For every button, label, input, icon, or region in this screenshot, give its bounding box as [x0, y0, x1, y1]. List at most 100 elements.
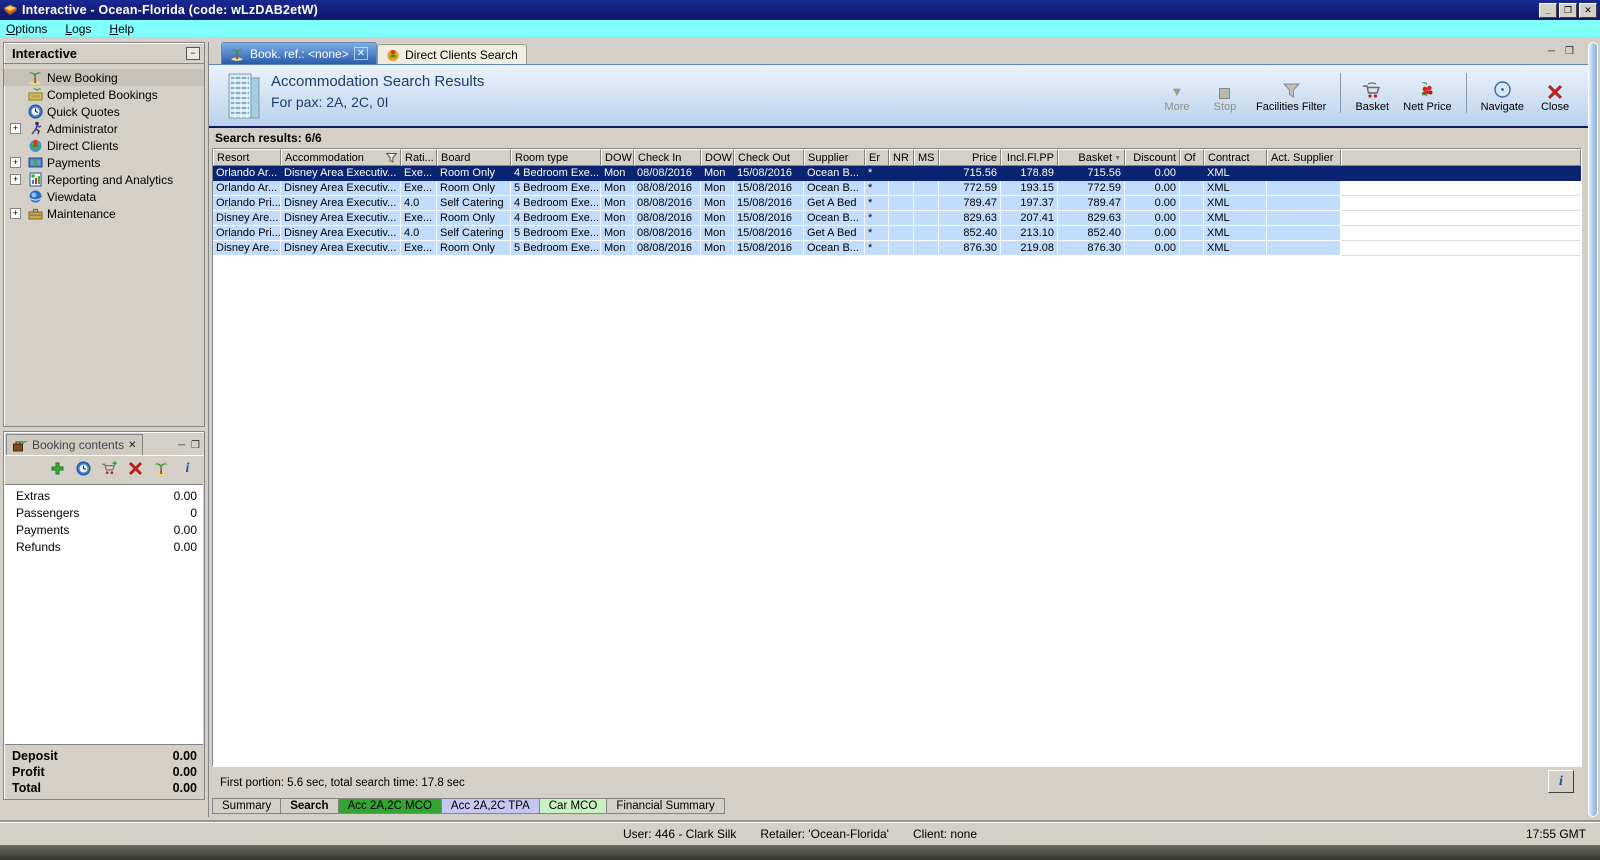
navigate-button[interactable]: Navigate — [1481, 79, 1524, 113]
vertical-scrollbar[interactable] — [1588, 42, 1598, 817]
close-panel-icon[interactable]: ✕ — [128, 440, 136, 451]
close-results-button[interactable]: Close — [1538, 79, 1572, 113]
panel-maximize-icon[interactable]: ❒ — [191, 440, 200, 451]
building-icon — [221, 72, 265, 120]
sidebar-item-new-booking[interactable]: New Booking — [4, 69, 204, 86]
collapse-panel-icon[interactable]: − — [186, 46, 200, 60]
col-er[interactable]: Er — [865, 149, 889, 166]
col-dow-in[interactable]: DOW — [601, 149, 634, 166]
tab-summary[interactable]: Summary — [212, 798, 282, 814]
sidebar-item-completed-bookings[interactable]: Completed Bookings — [4, 86, 204, 103]
sidebar-item-label: Completed Bookings — [47, 87, 158, 102]
close-tab-icon[interactable]: ✕ — [353, 47, 369, 60]
col-check-out[interactable]: Check Out — [734, 149, 804, 166]
col-of[interactable]: Of — [1180, 149, 1204, 166]
sidebar-item-maintenance[interactable]: + Maintenance — [4, 205, 204, 222]
bottom-tabbar: Summary Search Acc 2A,2C MCO Acc 2A,2C T… — [212, 798, 725, 814]
holiday-palm-icon[interactable] — [153, 460, 170, 477]
sidebar-item-viewdata[interactable]: Viewdata — [4, 188, 204, 205]
col-contract[interactable]: Contract — [1204, 149, 1267, 166]
table-row[interactable]: Orlando Pri... Disney Area Executiv... 4.0… — [213, 196, 1581, 211]
info-button[interactable]: i — [1548, 770, 1574, 793]
add-icon[interactable] — [49, 460, 66, 477]
delete-icon[interactable] — [127, 460, 144, 477]
taskbar-edge — [0, 845, 1600, 860]
restore-icon[interactable]: ❐ — [1559, 2, 1577, 18]
table-row[interactable]: Orlando Pri... Disney Area Executiv... 4.0… — [213, 226, 1581, 241]
runner-icon — [28, 121, 43, 136]
navigation-tree: New Booking Completed Bookings Quick Quo… — [4, 64, 204, 222]
panel-maximize-icon[interactable]: ❒ — [1565, 46, 1574, 57]
col-basket[interactable]: Basket ▼ — [1058, 149, 1125, 166]
col-board[interactable]: Board — [437, 149, 511, 166]
facilities-filter-button[interactable]: Facilities Filter — [1256, 79, 1326, 113]
tab-acc-mco[interactable]: Acc 2A,2C MCO — [338, 798, 442, 814]
col-check-in[interactable]: Check In — [634, 149, 701, 166]
tab-booking-ref[interactable]: Book. ref.: <none> ✕ — [221, 42, 378, 64]
tab-car-mco[interactable]: Car MCO — [539, 798, 608, 814]
menu-help[interactable]: Help — [109, 22, 134, 36]
tab-financial-summary[interactable]: Financial Summary — [607, 798, 725, 814]
col-accommodation[interactable]: Accommodation — [281, 149, 401, 166]
button-label: Stop — [1213, 101, 1237, 113]
col-ms[interactable]: MS — [914, 149, 939, 166]
sidebar-item-quick-quotes[interactable]: Quick Quotes — [4, 103, 204, 120]
col-price[interactable]: Price — [939, 149, 1001, 166]
table-row[interactable]: Disney Are... Disney Area Executiv... Exe.… — [213, 241, 1581, 256]
tab-direct-clients-search[interactable]: Direct Clients Search — [377, 44, 527, 64]
info-icon[interactable]: i — [179, 460, 196, 477]
minimize-icon[interactable]: _ — [1539, 2, 1557, 18]
status-time: 17:55 GMT — [1525, 827, 1586, 841]
quick-quote-icon[interactable] — [75, 460, 92, 477]
sidebar-item-label: Direct Clients — [47, 138, 119, 153]
sidebar-item-reporting-analytics[interactable]: + Reporting and Analytics — [4, 171, 204, 188]
list-item-extras[interactable]: Extras 0.00 — [5, 489, 203, 506]
button-label: Facilities Filter — [1255, 101, 1327, 113]
basket-button[interactable]: Basket — [1355, 79, 1389, 113]
tab-acc-tpa[interactable]: Acc 2A,2C TPA — [441, 798, 540, 814]
status-client: Client: none — [912, 827, 978, 841]
booking-contents-tab[interactable]: Booking contents ✕ — [6, 434, 144, 455]
table-row[interactable]: Orlando Ar... Disney Area Executiv... Exe.… — [213, 166, 1581, 181]
close-icon[interactable]: ✕ — [1579, 2, 1597, 18]
col-supplier[interactable]: Supplier — [804, 149, 865, 166]
report-icon — [28, 172, 43, 187]
table-row[interactable]: Disney Are... Disney Area Executiv... Exe.… — [213, 211, 1581, 226]
table-row[interactable]: Orlando Ar... Disney Area Executiv... Exe.… — [213, 181, 1581, 196]
document-tabbar: Book. ref.: <none> ✕ Direct Clients Sear… — [209, 42, 1588, 64]
money-palm-icon — [28, 87, 43, 102]
sidebar-item-administrator[interactable]: + Administrator — [4, 120, 204, 137]
total-profit: Profit 0.00 — [12, 765, 197, 781]
panel-minimize-icon[interactable]: ─ — [1548, 46, 1555, 57]
item-value: 0.00 — [173, 540, 197, 554]
expand-icon[interactable]: + — [10, 208, 21, 219]
panel-minimize-icon[interactable]: ─ — [178, 440, 185, 451]
expand-icon[interactable]: + — [10, 174, 21, 185]
expand-icon[interactable]: + — [10, 157, 21, 168]
col-discount[interactable]: Discount — [1125, 149, 1180, 166]
navigation-panel: Interactive − New Booking Completed Book… — [3, 42, 205, 427]
col-nr[interactable]: NR — [889, 149, 914, 166]
col-incl-fl-pp[interactable]: Incl.Fl.PP — [1001, 149, 1058, 166]
flower-icon — [1403, 79, 1451, 99]
transfer-basket-icon[interactable] — [101, 460, 118, 477]
nett-price-button[interactable]: Nett Price — [1403, 79, 1452, 113]
menu-options[interactable]: Options — [6, 22, 47, 36]
status-bar: User: 446 - Clark Silk Retailer: 'Ocean-… — [0, 822, 1600, 845]
stop-button: Stop — [1208, 79, 1242, 113]
col-room-type[interactable]: Room type — [511, 149, 601, 166]
list-item-passengers[interactable]: Passengers 0 — [5, 506, 203, 523]
list-item-refunds[interactable]: Refunds 0.00 — [5, 540, 203, 557]
filter-funnel-icon[interactable] — [386, 153, 397, 163]
col-dow-out[interactable]: DOW — [701, 149, 734, 166]
col-act-supplier[interactable]: Act. Supplier — [1267, 149, 1341, 166]
menu-logs[interactable]: Logs — [65, 22, 91, 36]
list-item-payments[interactable]: Payments 0.00 — [5, 523, 203, 540]
tab-search[interactable]: Search — [281, 798, 339, 814]
col-resort[interactable]: Resort — [213, 149, 281, 166]
sidebar-item-payments[interactable]: + $ Payments — [4, 154, 204, 171]
booking-contents-toolbar: i — [4, 455, 204, 481]
sidebar-item-direct-clients[interactable]: Direct Clients — [4, 137, 204, 154]
expand-icon[interactable]: + — [10, 123, 21, 134]
col-rating[interactable]: Rati... — [401, 149, 437, 166]
